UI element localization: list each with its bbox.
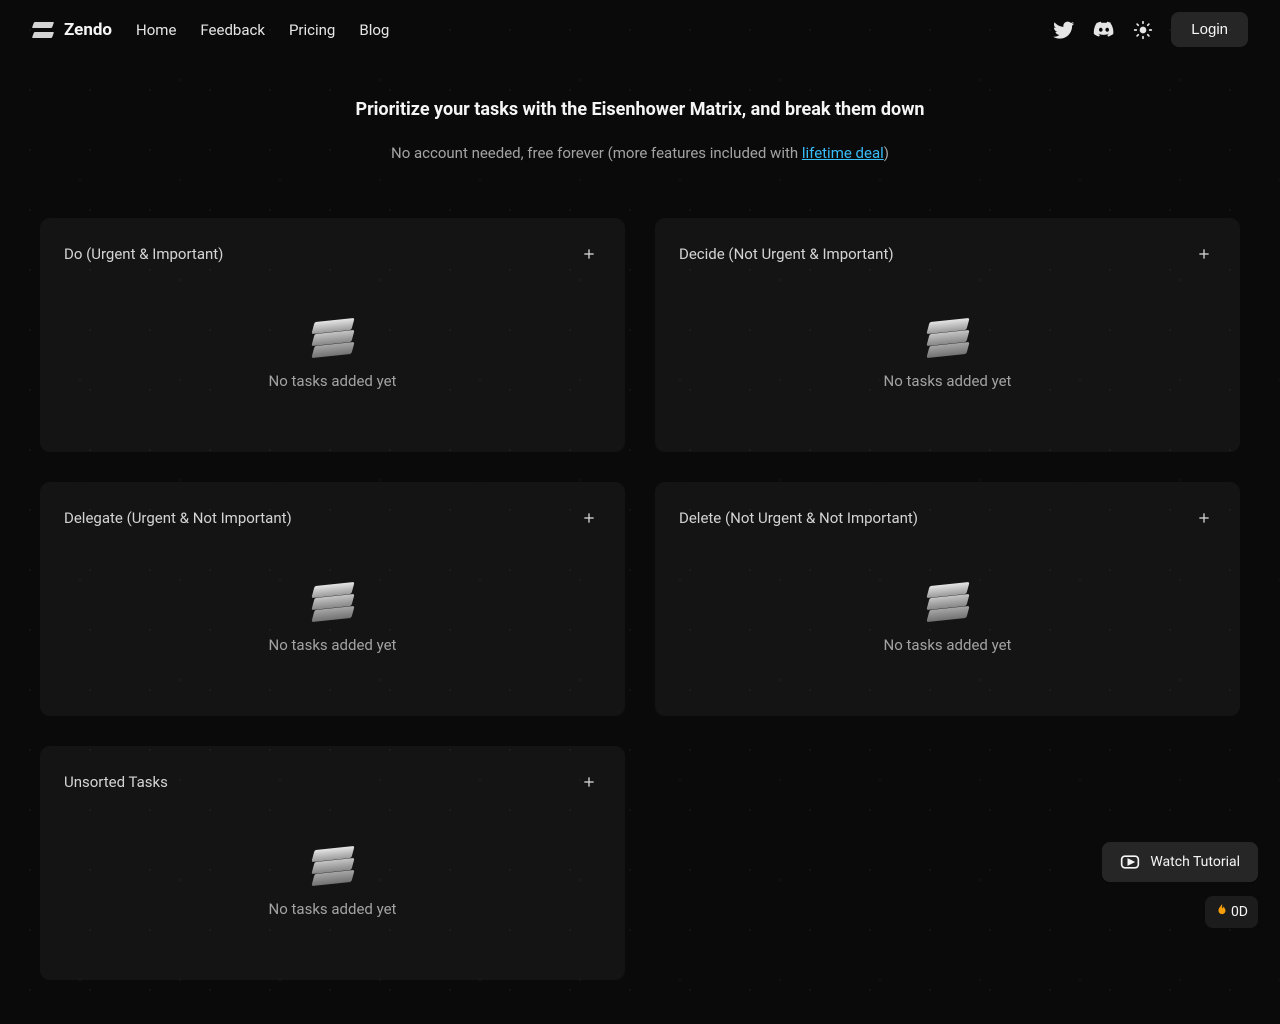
nav: Home Feedback Pricing Blog — [136, 21, 389, 39]
nav-feedback[interactable]: Feedback — [200, 21, 265, 39]
nav-blog[interactable]: Blog — [359, 21, 389, 39]
add-task-decide-button[interactable] — [1192, 242, 1216, 266]
card-delegate: Delegate (Urgent & Not Important) No tas… — [40, 482, 625, 716]
card-unsorted: Unsorted Tasks No tasks added yet — [40, 746, 625, 980]
card-delegate-title: Delegate (Urgent & Not Important) — [64, 509, 292, 527]
empty-text: No tasks added yet — [269, 372, 397, 390]
header-actions: Login — [1053, 12, 1248, 47]
card-delete: Delete (Not Urgent & Not Important) No t… — [655, 482, 1240, 716]
empty-text: No tasks added yet — [269, 900, 397, 918]
add-task-delegate-button[interactable] — [577, 506, 601, 530]
page-subtitle: No account needed, free forever (more fe… — [20, 144, 1260, 162]
card-do: Do (Urgent & Important) No tasks added y… — [40, 218, 625, 452]
streak-badge[interactable]: 0D — [1205, 896, 1258, 928]
empty-stack-icon — [928, 584, 968, 620]
hero: Prioritize your tasks with the Eisenhowe… — [0, 59, 1280, 218]
theme-toggle-icon[interactable] — [1133, 20, 1153, 40]
plus-icon — [581, 774, 597, 790]
login-button[interactable]: Login — [1171, 12, 1248, 47]
youtube-icon — [1120, 852, 1140, 872]
floating-actions: Watch Tutorial 0D — [1102, 842, 1258, 928]
add-task-delete-button[interactable] — [1192, 506, 1216, 530]
streak-value: 0D — [1231, 904, 1248, 920]
twitter-icon[interactable] — [1053, 19, 1075, 41]
nav-pricing[interactable]: Pricing — [289, 21, 335, 39]
empty-text: No tasks added yet — [884, 636, 1012, 654]
subtitle-prefix: No account needed, free forever (more fe… — [391, 144, 802, 162]
page-title: Prioritize your tasks with the Eisenhowe… — [20, 99, 1260, 120]
lifetime-deal-link[interactable]: lifetime deal — [802, 144, 884, 162]
add-task-do-button[interactable] — [577, 242, 601, 266]
card-delete-title: Delete (Not Urgent & Not Important) — [679, 509, 918, 527]
logo-icon — [32, 19, 54, 41]
card-decide-title: Decide (Not Urgent & Important) — [679, 245, 894, 263]
nav-home[interactable]: Home — [136, 21, 176, 39]
card-unsorted-title: Unsorted Tasks — [64, 773, 168, 791]
subtitle-suffix: ) — [884, 144, 889, 162]
empty-stack-icon — [928, 320, 968, 356]
empty-stack-icon — [313, 320, 353, 356]
logo[interactable]: Zendo — [32, 19, 112, 41]
watch-tutorial-label: Watch Tutorial — [1150, 854, 1240, 870]
empty-stack-icon — [313, 584, 353, 620]
plus-icon — [581, 246, 597, 262]
plus-icon — [581, 510, 597, 526]
watch-tutorial-button[interactable]: Watch Tutorial — [1102, 842, 1258, 882]
matrix-grid: Do (Urgent & Important) No tasks added y… — [0, 218, 1280, 1020]
fire-icon — [1215, 903, 1229, 921]
card-decide: Decide (Not Urgent & Important) No tasks… — [655, 218, 1240, 452]
card-do-title: Do (Urgent & Important) — [64, 245, 223, 263]
plus-icon — [1196, 246, 1212, 262]
add-task-unsorted-button[interactable] — [577, 770, 601, 794]
discord-icon[interactable] — [1093, 19, 1115, 41]
empty-stack-icon — [313, 848, 353, 884]
header: Zendo Home Feedback Pricing Blog Login — [0, 0, 1280, 59]
empty-text: No tasks added yet — [269, 636, 397, 654]
plus-icon — [1196, 510, 1212, 526]
brand-name: Zendo — [64, 20, 112, 40]
empty-text: No tasks added yet — [884, 372, 1012, 390]
